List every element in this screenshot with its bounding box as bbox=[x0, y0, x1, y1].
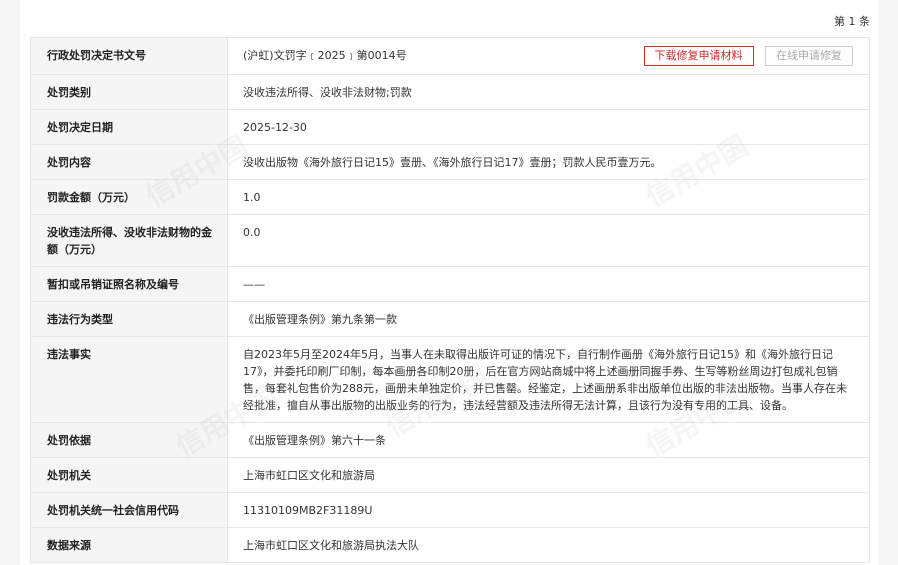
row-label: 违法行为类型 bbox=[30, 301, 228, 337]
table-row: 行政处罚决定书文号 下载修复申请材料 在线申请修复 (沪虹)文罚字﹝2025﹞第… bbox=[30, 37, 870, 75]
row-label: 处罚机关统一社会信用代码 bbox=[30, 492, 228, 528]
row-value: 上海市虹口区文化和旅游局执法大队 bbox=[227, 527, 870, 563]
online-repair-button[interactable]: 在线申请修复 bbox=[765, 46, 853, 66]
row-label: 罚款金额（万元） bbox=[30, 179, 228, 215]
decision-number: (沪虹)文罚字﹝2025﹞第0014号 bbox=[243, 49, 407, 62]
row-value: 《出版管理条例》第六十一条 bbox=[227, 422, 870, 458]
row-label: 处罚机关 bbox=[30, 457, 228, 493]
row-label: 暂扣或吊销证照名称及编号 bbox=[30, 266, 228, 302]
record-card: 第 1 条 行政处罚决定书文号 下载修复申请材料 在线申请修复 (沪虹)文罚字﹝… bbox=[20, 0, 878, 565]
record-table: 行政处罚决定书文号 下载修复申请材料 在线申请修复 (沪虹)文罚字﹝2025﹞第… bbox=[30, 37, 870, 563]
row-label: 数据来源 bbox=[30, 527, 228, 563]
table-row: 暂扣或吊销证照名称及编号 —— bbox=[30, 266, 870, 302]
row-label: 没收违法所得、没收非法财物的金额（万元） bbox=[30, 214, 228, 267]
table-row: 处罚类别 没收违法所得、没收非法财物;罚款 bbox=[30, 74, 870, 110]
row-label: 处罚内容 bbox=[30, 144, 228, 180]
row-value: —— bbox=[227, 266, 870, 302]
page: 第 1 条 行政处罚决定书文号 下载修复申请材料 在线申请修复 (沪虹)文罚字﹝… bbox=[0, 0, 898, 565]
download-repair-materials-button[interactable]: 下载修复申请材料 bbox=[643, 46, 754, 66]
row-value: 下载修复申请材料 在线申请修复 (沪虹)文罚字﹝2025﹞第0014号 bbox=[227, 37, 870, 75]
row-label: 处罚类别 bbox=[30, 74, 228, 110]
row-value: 没收违法所得、没收非法财物;罚款 bbox=[227, 74, 870, 110]
table-row: 处罚依据 《出版管理条例》第六十一条 bbox=[30, 422, 870, 458]
repair-buttons: 下载修复申请材料 在线申请修复 bbox=[636, 46, 853, 66]
table-row: 数据来源 上海市虹口区文化和旅游局执法大队 bbox=[30, 527, 870, 563]
row-value: 11310109MB2F31189U bbox=[227, 492, 870, 528]
row-value: 上海市虹口区文化和旅游局 bbox=[227, 457, 870, 493]
row-label: 处罚决定日期 bbox=[30, 109, 228, 145]
row-label: 违法事实 bbox=[30, 336, 228, 423]
row-value: 0.0 bbox=[227, 214, 870, 267]
row-label: 行政处罚决定书文号 bbox=[30, 37, 228, 75]
table-row: 违法行为类型 《出版管理条例》第九条第一款 bbox=[30, 301, 870, 337]
table-row: 处罚决定日期 2025-12-30 bbox=[30, 109, 870, 145]
record-count: 第 1 条 bbox=[834, 15, 870, 28]
row-value: 没收出版物《海外旅行日记15》壹册、《海外旅行日记17》壹册；罚款人民币壹万元。 bbox=[227, 144, 870, 180]
table-row: 处罚机关统一社会信用代码 11310109MB2F31189U bbox=[30, 492, 870, 528]
table-row: 违法事实 自2023年5月至2024年5月，当事人在未取得出版许可证的情况下，自… bbox=[30, 336, 870, 423]
row-value: 《出版管理条例》第九条第一款 bbox=[227, 301, 870, 337]
row-value: 1.0 bbox=[227, 179, 870, 215]
table-row: 处罚内容 没收出版物《海外旅行日记15》壹册、《海外旅行日记17》壹册；罚款人民… bbox=[30, 144, 870, 180]
row-value: 自2023年5月至2024年5月，当事人在未取得出版许可证的情况下，自行制作画册… bbox=[227, 336, 870, 423]
row-label: 处罚依据 bbox=[30, 422, 228, 458]
table-row: 没收违法所得、没收非法财物的金额（万元） 0.0 bbox=[30, 214, 870, 267]
table-row: 处罚机关 上海市虹口区文化和旅游局 bbox=[30, 457, 870, 493]
table-row: 罚款金额（万元） 1.0 bbox=[30, 179, 870, 215]
row-value: 2025-12-30 bbox=[227, 109, 870, 145]
